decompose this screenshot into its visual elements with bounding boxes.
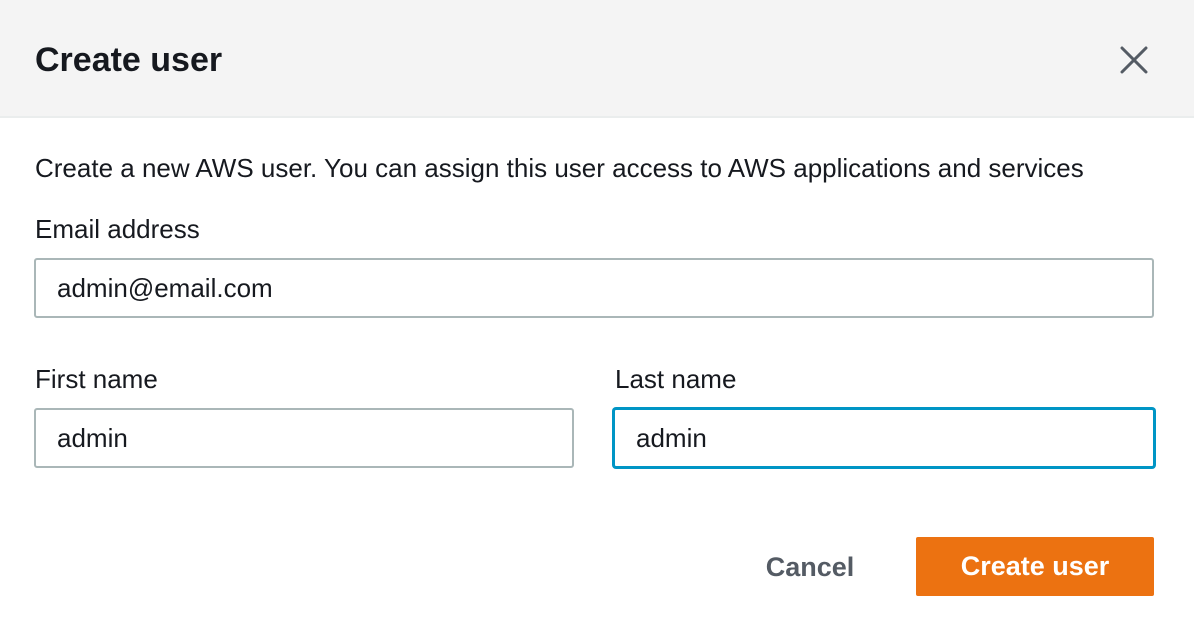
last-name-field[interactable]	[613, 408, 1155, 468]
cancel-button[interactable]: Cancel	[740, 537, 880, 597]
email-field[interactable]	[34, 258, 1154, 318]
modal-header: Create user	[0, 0, 1194, 118]
create-user-modal: Create user Create a new AWS user. You c…	[0, 0, 1194, 632]
close-icon	[1120, 46, 1148, 74]
last-name-label: Last name	[615, 364, 737, 394]
modal-description: Create a new AWS user. You can assign th…	[35, 153, 1084, 183]
modal-title: Create user	[35, 41, 223, 79]
email-label: Email address	[35, 214, 200, 244]
first-name-field[interactable]	[34, 408, 574, 468]
close-button[interactable]	[1112, 38, 1156, 82]
first-name-label: First name	[35, 364, 158, 394]
create-user-button[interactable]: Create user	[916, 537, 1154, 596]
